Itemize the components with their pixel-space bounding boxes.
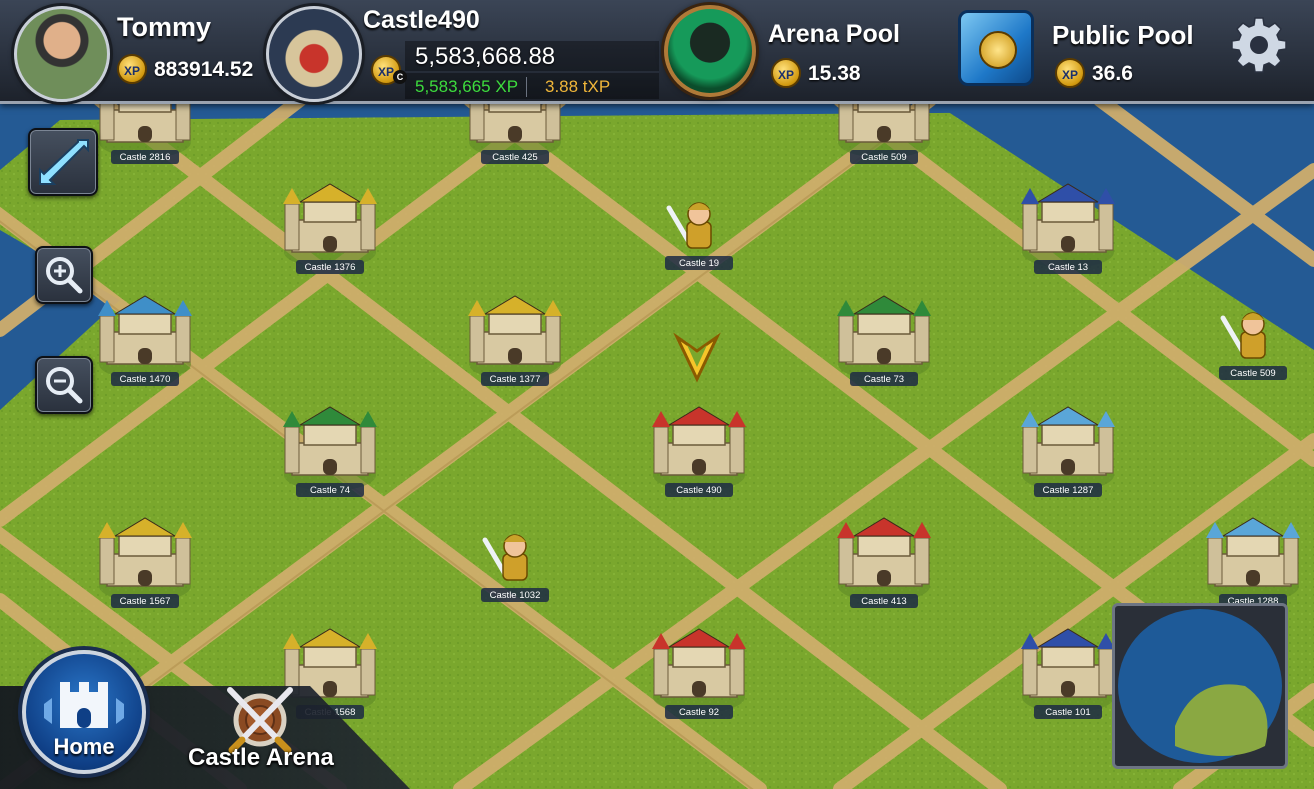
arena-pool-value: 15.38	[808, 62, 861, 85]
castle-label: Castle 509	[861, 152, 906, 163]
castle-label: Castle 490	[676, 485, 721, 496]
public-pool-value: 36.6	[1092, 62, 1133, 85]
castle-label: Castle 1567	[120, 596, 171, 607]
castle-label: Castle 1376	[305, 262, 356, 273]
home-label: Home	[53, 734, 115, 759]
castle-label: Castle 425	[492, 152, 537, 163]
castle-label: Castle 74	[310, 485, 350, 496]
home-button[interactable]: Home	[22, 650, 146, 774]
public-pool-label: Public Pool	[1052, 20, 1194, 50]
castle-label: Castle 101	[1045, 707, 1090, 718]
castle-tile[interactable]: Castle 1377	[468, 295, 562, 386]
knight-label: Castle 509	[1230, 368, 1275, 379]
castle-label: Castle 13	[1048, 262, 1088, 273]
zoom-out-button[interactable]	[35, 356, 93, 414]
castle-label: Castle 1287	[1043, 485, 1094, 496]
castle-txp: 3.88 tXP	[545, 77, 611, 96]
top-hud-bar: Tommy XP 883914.52 Castle490 XP C 5,583,…	[0, 0, 1314, 104]
zoom-in-icon	[46, 257, 83, 294]
xp-coin-icon: XP	[1055, 58, 1085, 88]
player-name: Tommy	[117, 12, 212, 42]
minimap[interactable]	[1112, 603, 1288, 769]
castle-tile[interactable]: Castle 74	[283, 406, 377, 497]
castle-tile[interactable]: Castle 13	[1021, 183, 1115, 274]
player-xp: 883914.52	[154, 58, 254, 81]
castle-tile[interactable]: Castle 1470	[98, 295, 192, 386]
castle-xp: 5,583,665 XP	[415, 77, 519, 96]
expand-map-button[interactable]	[28, 128, 98, 196]
knight-label: Castle 19	[679, 258, 719, 269]
expand-arrows-icon	[39, 139, 89, 185]
castle-tile[interactable]: Castle 73	[837, 295, 931, 386]
castle-label: Castle 73	[864, 374, 904, 385]
xp-coin-icon: XP	[771, 58, 801, 88]
public-pool-vault-icon[interactable]	[958, 10, 1034, 86]
castle-tile[interactable]: Castle 1376	[283, 183, 377, 274]
player-avatar[interactable]	[14, 6, 110, 102]
xp-c-badge: C	[393, 70, 407, 84]
castle-tile[interactable]: Castle 101	[1021, 628, 1115, 719]
knight-label: Castle 1032	[490, 590, 541, 601]
castle-tile[interactable]: Castle 413	[837, 517, 931, 608]
zoom-out-icon	[46, 367, 83, 404]
zoom-in-button[interactable]	[35, 246, 93, 304]
xp-coin-icon: XP	[117, 54, 147, 84]
castle-tile[interactable]: Castle 92	[652, 628, 746, 719]
castle-tile[interactable]: Castle 1567	[98, 517, 192, 608]
castle-name: Castle490	[363, 6, 480, 34]
castle-label: Castle 92	[679, 707, 719, 718]
castle-tile[interactable]: Castle 490	[652, 406, 746, 497]
gear-icon[interactable]	[1228, 14, 1290, 76]
castle-tile[interactable]: Castle 1288	[1206, 517, 1300, 608]
arena-pool-orb-icon[interactable]	[664, 5, 756, 97]
castle-label: Castle 413	[861, 596, 906, 607]
castle-label: Castle 1470	[120, 374, 171, 385]
arena-pool-label: Arena Pool	[768, 20, 900, 48]
castle-label: Castle 1377	[490, 374, 541, 385]
castle-label: Castle 2816	[120, 152, 171, 163]
castle-tile[interactable]: Castle 1287	[1021, 406, 1115, 497]
castle-arena-label: Castle Arena	[188, 744, 334, 771]
castle-xp-divider	[526, 77, 527, 97]
castle-xp-total: 5,583,668.88	[415, 43, 556, 70]
castle-avatar[interactable]	[266, 6, 362, 102]
